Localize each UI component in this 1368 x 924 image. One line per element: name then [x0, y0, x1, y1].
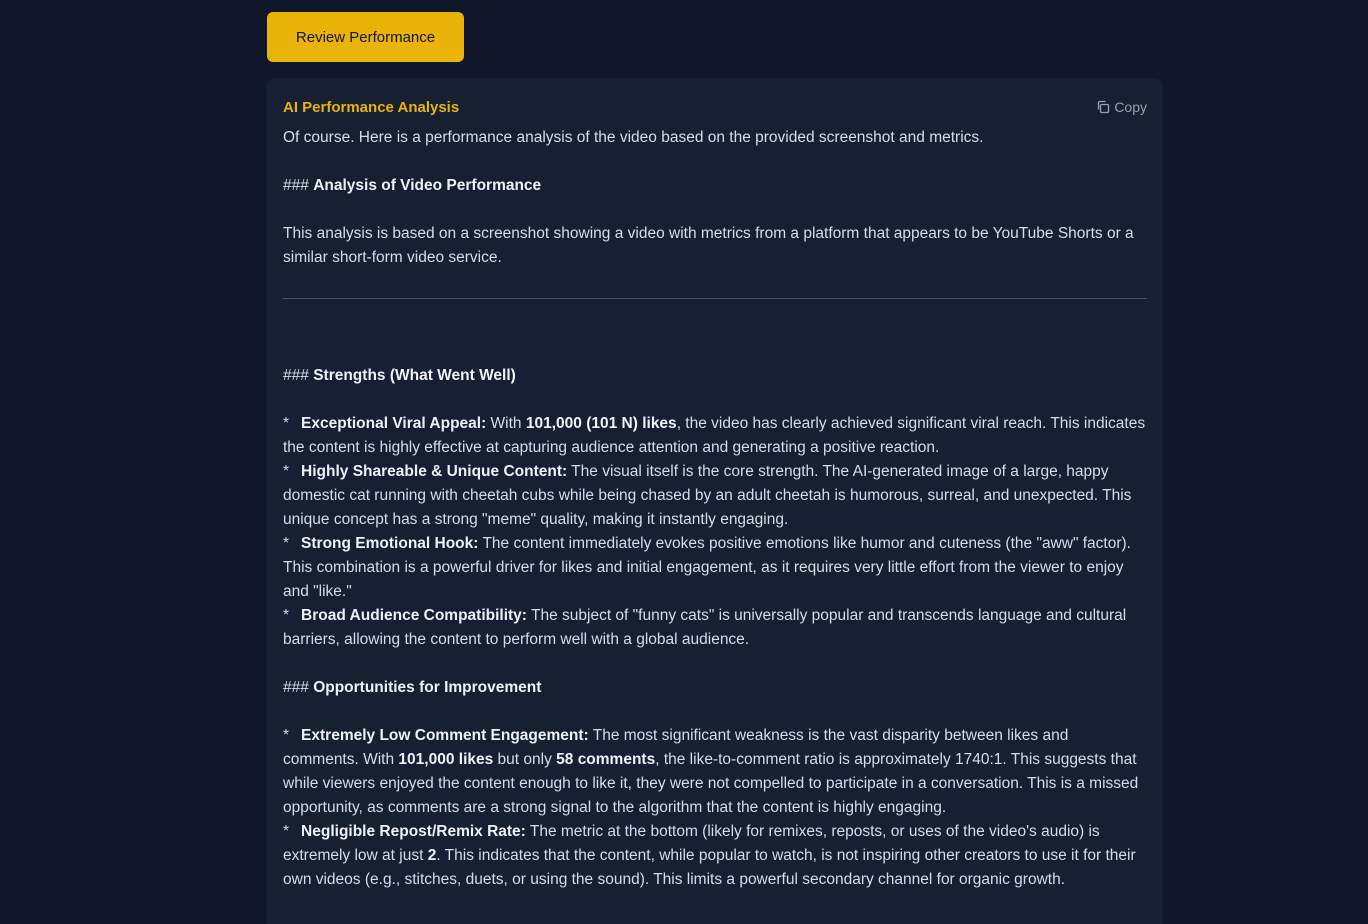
heading-prefix: ###	[283, 177, 309, 194]
item-title: Broad Audience Compatibility:	[301, 607, 527, 624]
copy-icon	[1098, 100, 1110, 114]
item-title: Exceptional Viral Appeal:	[301, 415, 487, 432]
heading-text: Opportunities for Improvement	[313, 679, 542, 696]
heading-prefix: ###	[283, 679, 309, 696]
heading-text: Analysis of Video Performance	[313, 177, 542, 194]
bullet-marker: *	[283, 727, 290, 744]
panel-title: AI Performance Analysis	[283, 98, 460, 116]
bullet-marker: *	[283, 823, 290, 840]
bullet-marker: *	[283, 535, 290, 552]
heading-improvements: ### Opportunities for Improvement	[283, 676, 1147, 700]
copy-button[interactable]: Copy	[1096, 99, 1147, 115]
item-bold: 101,000 (101 N) likes	[525, 415, 677, 432]
heading-analysis: ### Analysis of Video Performance	[283, 174, 1147, 198]
item-title: Strong Emotional Hook:	[301, 535, 479, 552]
item-bold: 58 comments	[556, 751, 656, 768]
heading-strengths: ### Strengths (What Went Well)	[283, 364, 1147, 388]
improvement-item: * Extremely Low Comment Engagement: The m…	[283, 724, 1147, 820]
item-text: but only	[493, 751, 557, 768]
heading-text: Strengths (What Went Well)	[313, 367, 516, 384]
intro-text: Of course. Here is a performance analysi…	[283, 129, 984, 146]
item-text: With	[486, 415, 526, 432]
item-title: Negligible Repost/Remix Rate:	[301, 823, 526, 840]
heading-prefix: ###	[283, 367, 309, 384]
bullet-marker: *	[283, 463, 290, 480]
analysis-content: Of course. Here is a performance analysi…	[283, 126, 1147, 892]
item-title: Highly Shareable & Unique Content:	[301, 463, 568, 480]
bullet-marker: *	[283, 607, 290, 624]
strength-item: * Highly Shareable & Unique Content: The …	[283, 460, 1147, 532]
strength-item: * Exceptional Viral Appeal: With 101,000 …	[283, 412, 1147, 460]
improvement-item: * Negligible Repost/Remix Rate: The metri…	[283, 820, 1147, 892]
strength-item: * Strong Emotional Hook: The content imme…	[283, 532, 1147, 604]
page: Review Performance AI Performance Analys…	[0, 0, 1368, 924]
item-bold: 101,000 likes	[398, 751, 494, 768]
item-title: Extremely Low Comment Engagement:	[301, 727, 589, 744]
review-performance-button[interactable]: Review Performance	[267, 12, 464, 62]
strength-item: * Broad Audience Compatibility: The subje…	[283, 604, 1147, 652]
bullet-marker: *	[283, 415, 290, 432]
copy-label: Copy	[1114, 99, 1147, 115]
analysis-paragraph: This analysis is based on a screenshot s…	[283, 225, 1134, 266]
panel-header: AI Performance Analysis Copy	[283, 95, 1147, 119]
analysis-panel: AI Performance Analysis Copy Of course. …	[267, 78, 1163, 924]
